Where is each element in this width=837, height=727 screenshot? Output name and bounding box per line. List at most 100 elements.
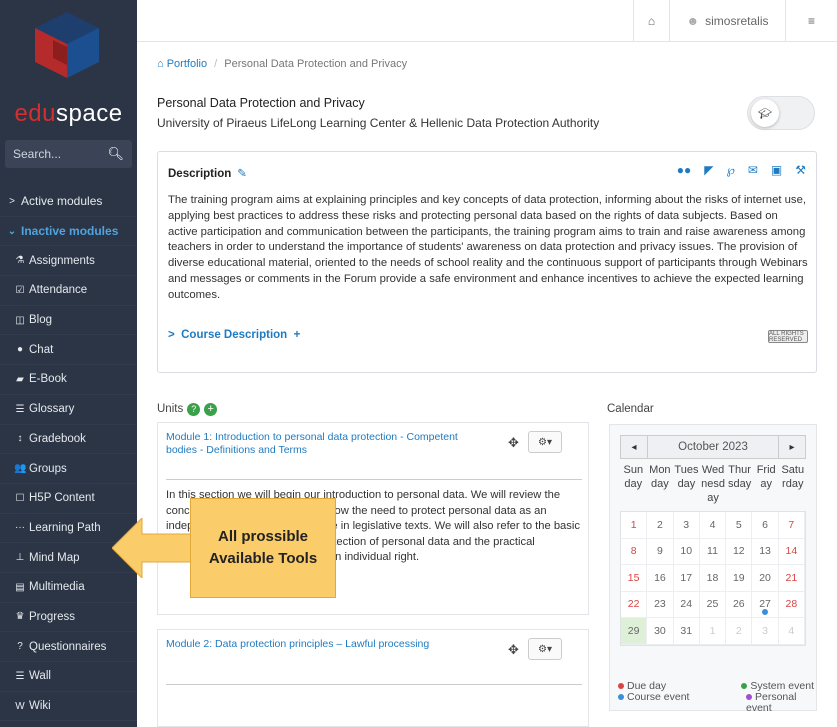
plus-icon[interactable]: + <box>294 329 301 341</box>
calendar-day[interactable]: 4 <box>699 512 727 539</box>
calendar-day[interactable]: 26 <box>726 591 753 618</box>
course-description-link[interactable]: > Course Description + <box>168 329 300 341</box>
sidebar-item-glossary[interactable]: ☰ Glossary <box>0 395 137 425</box>
calendar-day[interactable]: 19 <box>726 565 753 592</box>
calendar-next-button[interactable]: ▸ <box>779 436 805 458</box>
calendar-day[interactable]: 4 <box>778 618 805 645</box>
calendar-day[interactable]: 27 <box>752 591 779 618</box>
calendar-day[interactable]: 10 <box>673 538 700 565</box>
lock-icon[interactable]: ▣ <box>771 163 782 177</box>
calendar-day[interactable]: 23 <box>647 591 674 618</box>
calendar-day[interactable]: 18 <box>699 565 727 592</box>
envelope-icon[interactable]: ✉ <box>748 163 758 177</box>
calendar-day[interactable]: 29 <box>621 618 648 645</box>
sidebar-item-blog[interactable]: ◫ Blog <box>0 306 137 336</box>
sidebar-item-assignments[interactable]: ⚗ Assignments <box>0 246 137 277</box>
wrench-icon[interactable]: ⚒ <box>795 163 806 177</box>
sidebar-item-gradebook[interactable]: ↕ Gradebook <box>0 425 137 455</box>
license-badge: ALL RIGHTS RESERVED <box>768 330 808 343</box>
calendar-day[interactable]: 17 <box>673 565 700 592</box>
sidebar-section-label: Active modules <box>21 194 103 209</box>
logo-cube-icon <box>35 12 99 78</box>
calendar-day[interactable]: 16 <box>647 565 674 592</box>
callout-line-1: All prossible <box>217 528 309 545</box>
calendar-day-number: 24 <box>680 598 693 611</box>
user-menu[interactable]: ☻ simosretalis <box>669 0 785 42</box>
calendar-day[interactable]: 11 <box>699 538 727 565</box>
search-icon[interactable]: 🔍︎ <box>107 146 124 162</box>
calendar-day[interactable]: 30 <box>647 618 674 645</box>
calendar-day-number: 3 <box>683 518 690 531</box>
calendar-day[interactable]: 31 <box>673 618 700 645</box>
calendar-day[interactable]: 2 <box>647 512 674 539</box>
calendar-day[interactable]: 12 <box>726 538 753 565</box>
calendar-day[interactable]: 14 <box>778 538 805 565</box>
callout-line-2: Available Tools <box>208 550 318 567</box>
calendar-day-number: 23 <box>654 598 666 611</box>
calendar-day[interactable]: 1 <box>699 618 727 645</box>
help-icon[interactable]: ? <box>187 403 201 416</box>
sidebar-section-inactive-modules[interactable]: ⌄ Inactive modules <box>0 217 137 247</box>
home-button[interactable]: ⌂ <box>633 0 669 42</box>
edit-pencil-icon[interactable]: ✎ <box>237 168 247 180</box>
calendar-day[interactable]: 9 <box>647 538 674 565</box>
calendar-day[interactable]: 25 <box>699 591 727 618</box>
sidebar-item-label: Attendance <box>29 284 88 297</box>
calendar-day-number: 8 <box>630 545 637 558</box>
breadcrumb-portfolio-link[interactable]: Portfolio <box>167 58 207 70</box>
calendar-day[interactable]: 3 <box>673 512 700 539</box>
unit-title-link[interactable]: Module 2: Data protection principles – L… <box>166 638 466 651</box>
calendar-prev-button[interactable]: ◂ <box>621 436 647 458</box>
calendar-day[interactable]: 13 <box>752 538 779 565</box>
calendar-day[interactable]: 22 <box>621 591 648 618</box>
sidebar-section-label: Inactive modules <box>21 224 119 239</box>
move-icon[interactable]: ✥ <box>508 435 519 451</box>
course-description-label: Course Description <box>181 329 288 341</box>
calendar-day[interactable]: 20 <box>752 565 779 592</box>
sidebar-item-wiki[interactable]: W Wiki <box>0 692 137 722</box>
unit-title-link[interactable]: Module 1: Introduction to personal data … <box>166 431 466 457</box>
calendar-day[interactable]: 8 <box>621 538 648 565</box>
calendar-day-number: 14 <box>785 545 798 558</box>
calendar-day[interactable]: 28 <box>778 591 805 618</box>
search-input[interactable]: Search... 🔍︎ <box>5 140 132 168</box>
course-toggle[interactable]: 🎓︎ <box>747 96 815 130</box>
sidebar-item-questionnaires[interactable]: ? Questionnaires <box>0 632 137 662</box>
sidebar-item-wall[interactable]: ☰ Wall <box>0 662 137 692</box>
sitemap-icon: ⊥ <box>15 552 25 564</box>
sidebar-item-attendance[interactable]: ☑ Attendance <box>0 276 137 306</box>
add-unit-icon[interactable]: + <box>204 403 218 416</box>
calendar-day-number: 3 <box>762 624 768 637</box>
calendar-day[interactable]: 1 <box>621 512 648 539</box>
unit-settings-button[interactable]: ⚙▾ <box>528 431 562 453</box>
calendar-day[interactable]: 15 <box>621 565 648 592</box>
move-icon[interactable]: ✥ <box>508 642 519 658</box>
breadcrumb-home-icon[interactable]: ⌂ <box>157 58 164 70</box>
checkbox-icon: ☑ <box>15 284 25 296</box>
calendar-day[interactable]: 21 <box>778 565 805 592</box>
calendar-day[interactable]: 6 <box>752 512 779 539</box>
area-chart-icon[interactable]: ◤ <box>704 163 713 177</box>
calendar-day-number: 25 <box>706 598 719 611</box>
calendar-day[interactable]: 7 <box>778 512 805 539</box>
calendar-day[interactable]: 24 <box>673 591 700 618</box>
calendar-day[interactable]: 5 <box>726 512 753 539</box>
calendar-day-number: 11 <box>707 545 718 558</box>
sidebar-item-chat[interactable]: ● Chat <box>0 335 137 366</box>
users-icon[interactable]: ●● <box>677 163 692 177</box>
settings-button[interactable]: ≡ <box>785 0 837 42</box>
sidebar-item-groups[interactable]: 👥 Groups <box>0 454 137 484</box>
calendar-day[interactable]: 3 <box>752 618 779 645</box>
sidebar-item-e-book[interactable]: ▰ E-Book <box>0 365 137 395</box>
unit-settings-button[interactable]: ⚙▾ <box>528 638 562 660</box>
logo[interactable]: eduspace <box>0 100 137 128</box>
calendar-day[interactable]: 2 <box>726 618 753 645</box>
wall-icon: ☰ <box>15 670 25 682</box>
sidebar-item-progress[interactable]: ♛ Progress <box>0 603 137 633</box>
sidebar-section-active-modules[interactable]: > Active modules <box>0 187 137 217</box>
sidebar-item-label: Groups <box>29 462 67 475</box>
paperclip-icon[interactable]: ℘ <box>726 163 734 177</box>
calendar-day-number: 18 <box>706 571 719 584</box>
legend-label: Course event <box>627 691 690 703</box>
calendar-weekday: Tues day <box>674 464 699 490</box>
